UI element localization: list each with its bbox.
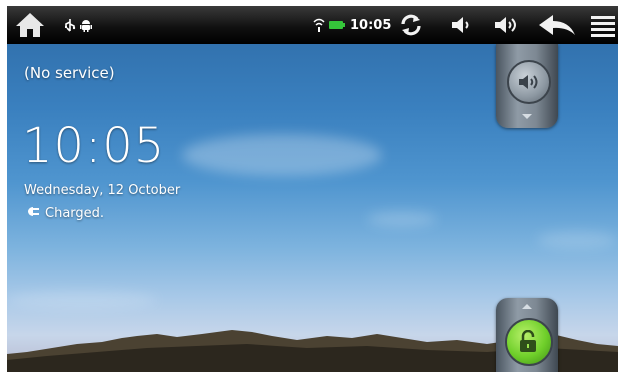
- carrier-label: (No service): [24, 64, 115, 82]
- unlock-icon[interactable]: [505, 318, 553, 366]
- sound-toggle-handle[interactable]: [496, 44, 558, 128]
- volume-up-icon[interactable]: [492, 13, 524, 37]
- chevron-down-icon: [522, 114, 532, 119]
- unlock-handle[interactable]: [496, 298, 558, 372]
- charging-status: Charged.: [24, 206, 104, 221]
- charging-plug-icon: [24, 206, 40, 221]
- menu-icon[interactable]: [590, 14, 616, 38]
- android-debug-icon: [79, 18, 93, 32]
- usb-icon: [63, 18, 77, 32]
- wifi-icon: [313, 17, 325, 33]
- status-bar: 10:05: [7, 6, 618, 44]
- sound-on-icon[interactable]: [507, 60, 551, 104]
- volume-down-icon[interactable]: [449, 13, 475, 37]
- back-icon[interactable]: [535, 12, 579, 38]
- home-icon[interactable]: [13, 10, 47, 40]
- sync-icon[interactable]: [397, 12, 425, 38]
- lock-date: Wednesday, 12 October: [24, 183, 181, 198]
- cloud: [182, 134, 382, 176]
- battery-charging-icon: [329, 19, 345, 31]
- lock-clock: 10:05: [22, 118, 166, 174]
- lock-screen: 10:05 (No service) 10:05 Wednesday, 12 O…: [7, 6, 618, 372]
- cloud: [367, 211, 437, 227]
- cloud: [537, 231, 617, 249]
- cloud: [7, 291, 157, 309]
- chevron-up-icon: [522, 304, 532, 309]
- status-clock: 10:05: [350, 17, 392, 33]
- charging-status-text: Charged.: [45, 206, 105, 221]
